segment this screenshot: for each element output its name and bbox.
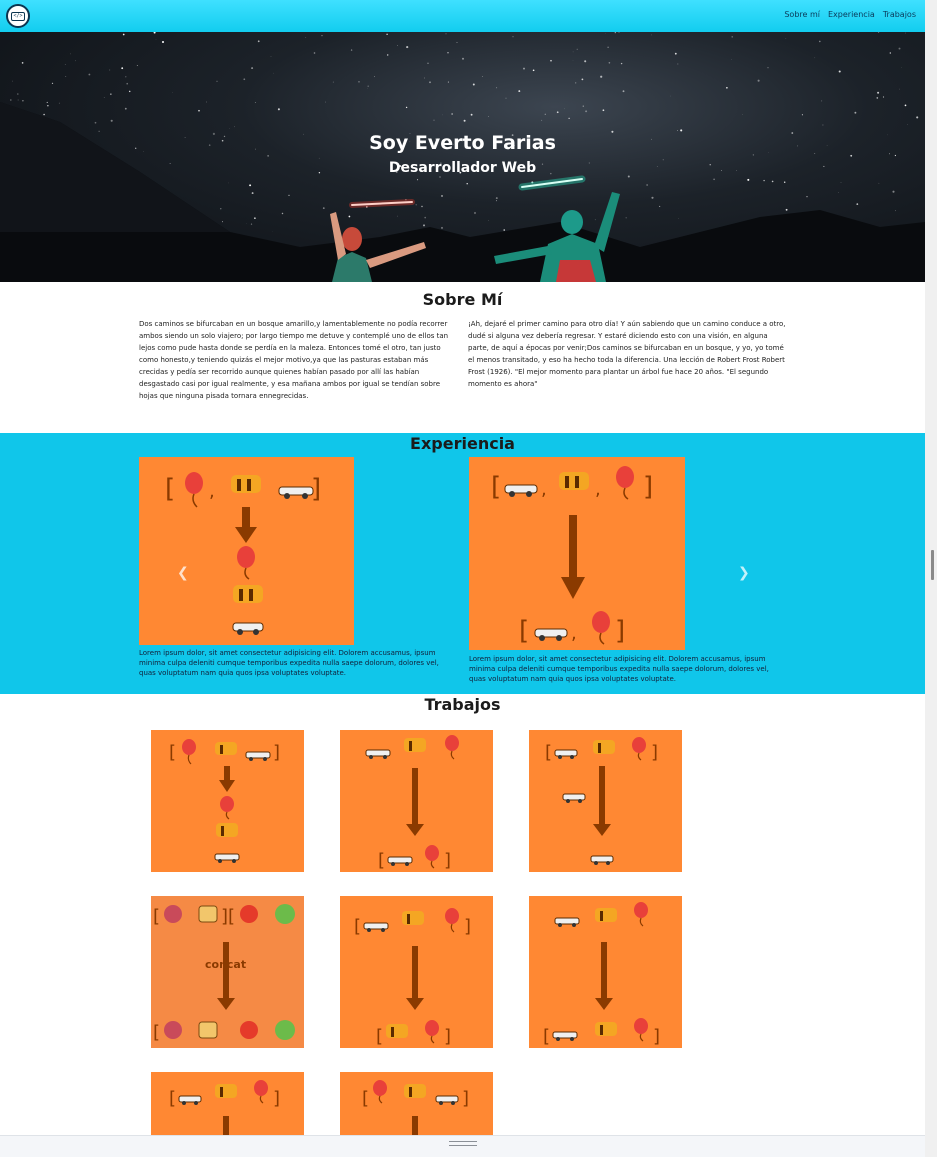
svg-text:[: [	[545, 742, 552, 763]
experience-card-text: Lorem ipsum dolor, sit amet consectetur …	[469, 655, 769, 683]
job-card[interactable]: [ ]	[529, 730, 682, 872]
tiger-icon	[231, 475, 261, 493]
about-paragraph-left: Dos caminos se bifurcaban en un bosque a…	[139, 320, 449, 400]
svg-text:[: [	[165, 474, 175, 504]
experience-title: Experiencia	[410, 434, 515, 453]
nav-link-experiencia[interactable]: Experiencia	[828, 10, 875, 19]
logo[interactable]: </>	[6, 4, 30, 28]
svg-text:[: [	[519, 616, 529, 646]
svg-text:,: ,	[541, 479, 547, 500]
svg-text:,: ,	[571, 623, 577, 644]
job-card[interactable]: [ ][ concat [	[151, 896, 304, 1048]
drag-handle-icon[interactable]	[449, 1141, 477, 1146]
svg-text:]: ]	[653, 1026, 660, 1047]
job-card[interactable]: [ ]	[340, 1072, 493, 1135]
nav-link-trabajos[interactable]: Trabajos	[883, 10, 916, 19]
hero-subtitle: Desarrollador Web	[388, 160, 537, 176]
about-paragraph-right: ¡Ah, dejaré el primer camino para otro d…	[468, 320, 786, 388]
svg-text:[: [	[153, 1022, 160, 1043]
svg-text:]: ]	[464, 916, 471, 937]
experience-card-text: Lorem ipsum dolor, sit amet consectetur …	[139, 649, 439, 677]
job-card[interactable]: [ ]	[340, 730, 493, 872]
scrollbar-thumb[interactable]	[931, 550, 934, 580]
experience-card-image: [ , , ] [ , ]	[469, 457, 685, 650]
svg-text:[: [	[543, 1026, 550, 1047]
job-card[interactable]: [ ]	[151, 1072, 304, 1135]
svg-text:]: ]	[643, 472, 653, 502]
chevron-right-icon[interactable]: ❯	[738, 565, 750, 581]
svg-text:[: [	[491, 472, 501, 502]
about-title: Sobre Mí	[422, 290, 503, 309]
hero-illustration	[0, 102, 925, 282]
svg-text:[: [	[153, 906, 160, 927]
nav-links: Sobre mí Experiencia Trabajos	[784, 10, 916, 19]
svg-text:]: ]	[273, 1088, 280, 1109]
jobs-title: Trabajos	[424, 695, 501, 714]
svg-text:][: ][	[221, 906, 235, 927]
svg-text:]: ]	[444, 850, 451, 871]
bottom-panel-bar	[0, 1135, 925, 1157]
svg-text:]: ]	[444, 1026, 451, 1047]
experience-card-image: [ , ]	[139, 457, 354, 645]
navbar: </> Sobre mí Experiencia Trabajos	[0, 0, 925, 32]
job-card[interactable]: [ ]	[151, 730, 304, 872]
svg-text:]: ]	[462, 1088, 469, 1109]
svg-text:,: ,	[595, 479, 601, 500]
svg-text:[: [	[376, 1026, 383, 1047]
job-card[interactable]: [ ] [ ]	[340, 896, 493, 1048]
logo-icon: </>	[11, 11, 25, 21]
hero-banner: Soy Everto Farias Desarrollador Web	[0, 32, 925, 282]
svg-text:]: ]	[273, 742, 280, 763]
hero-title: Soy Everto Farias	[369, 132, 556, 154]
svg-text:[: [	[354, 916, 361, 937]
svg-text:[: [	[362, 1088, 369, 1109]
svg-text:]: ]	[651, 742, 658, 763]
svg-text:]: ]	[311, 474, 321, 504]
svg-text:]: ]	[615, 616, 625, 646]
page: </> Sobre mí Experiencia Trabajos Soy Ev…	[0, 0, 937, 1157]
svg-text:[: [	[378, 850, 385, 871]
nav-link-sobre-mi[interactable]: Sobre mí	[784, 10, 820, 19]
svg-text:[: [	[169, 1088, 176, 1109]
chevron-left-icon[interactable]: ❮	[177, 565, 189, 581]
balloon-icon	[185, 472, 203, 508]
job-card[interactable]: [ ]	[529, 896, 682, 1048]
svg-text:,: ,	[209, 481, 215, 502]
svg-text:[: [	[169, 742, 176, 763]
race-car-icon	[278, 486, 314, 499]
